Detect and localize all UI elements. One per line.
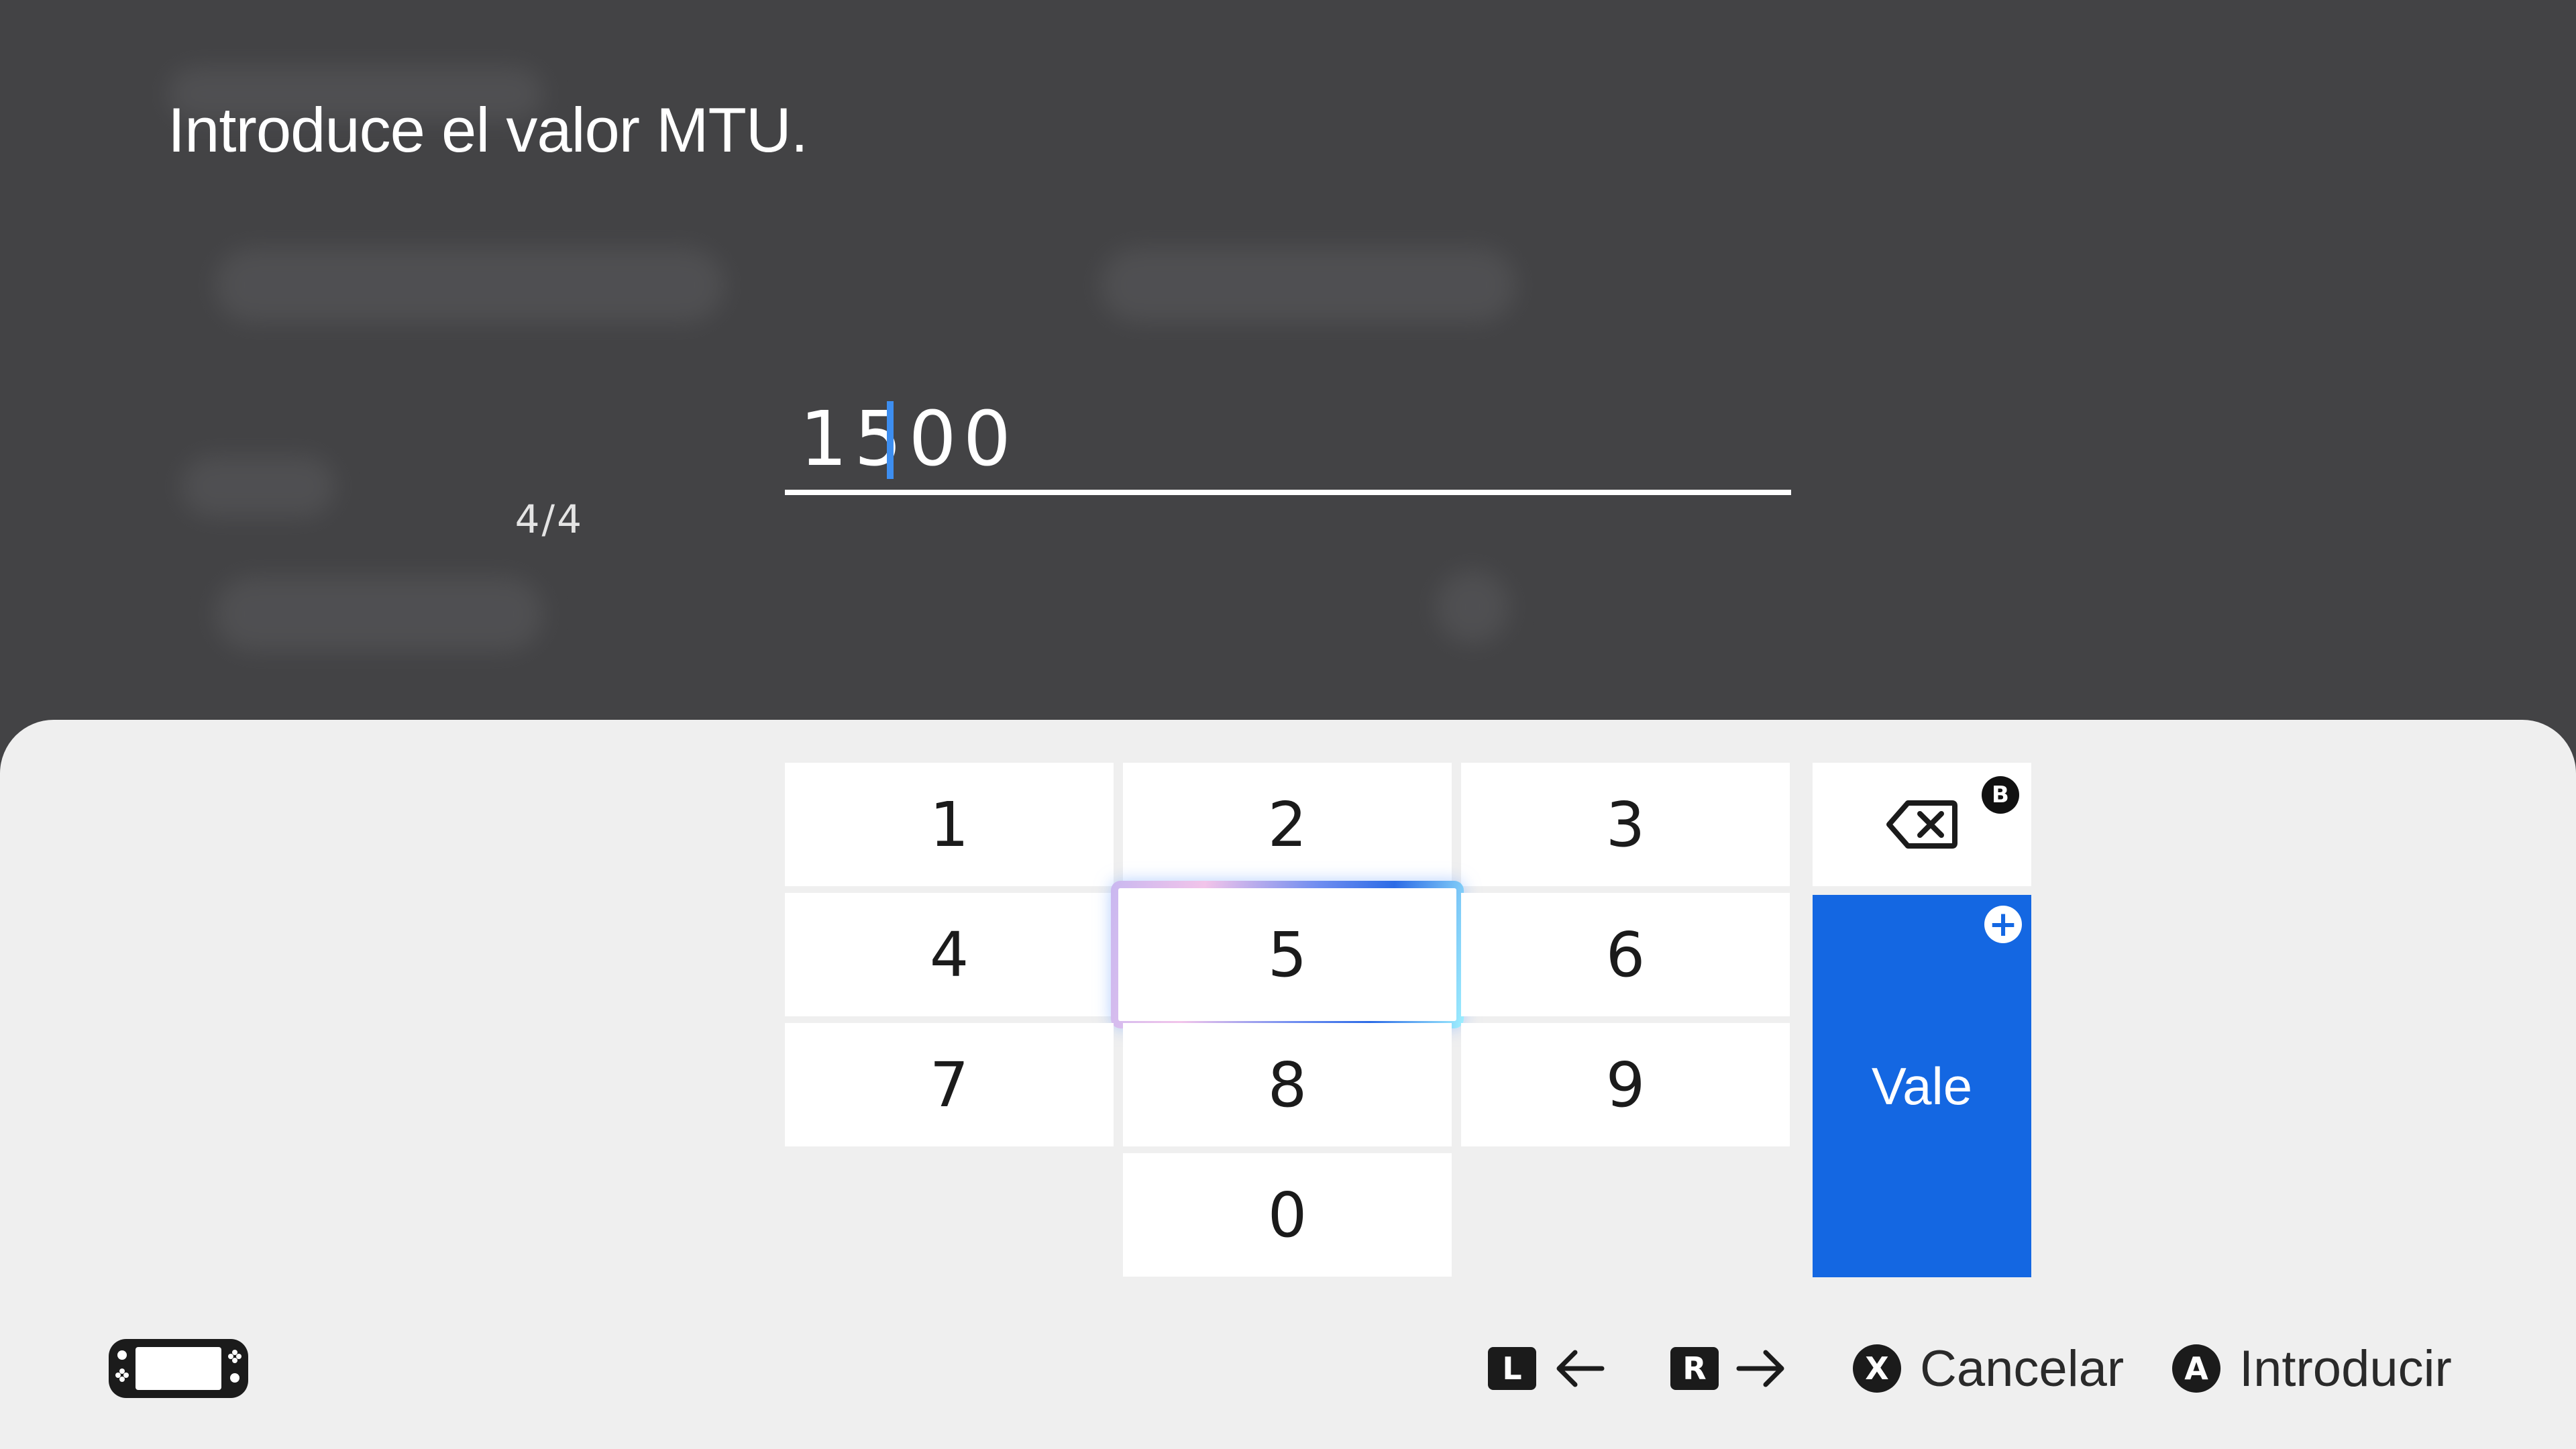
input-prompt: Introduce el valor MTU. (168, 95, 808, 165)
key-4[interactable]: 4 (785, 893, 1114, 1016)
key-3[interactable]: 3 (1461, 763, 1790, 886)
text-caret (887, 401, 894, 479)
blurred-option (215, 248, 724, 322)
ok-button[interactable]: Vale (1813, 895, 2031, 1277)
key-7[interactable]: 7 (785, 1023, 1114, 1146)
arrow-left-icon (1556, 1350, 1605, 1387)
key-1[interactable]: 1 (785, 763, 1114, 886)
input-underline (785, 490, 1791, 495)
blurred-option (1100, 248, 1516, 322)
blurred-icon (1436, 570, 1509, 644)
blurred-option (215, 577, 543, 651)
backspace-icon (1886, 800, 1957, 849)
mtu-input-field[interactable]: 1500 (785, 389, 1791, 496)
cancel-hint[interactable]: X Cancelar (1853, 1328, 2124, 1409)
enter-label: Introducir (2239, 1340, 2452, 1397)
plus-icon: + (1984, 906, 2022, 943)
a-button-icon: A (2172, 1344, 2220, 1393)
b-button-badge: B (1982, 776, 2019, 814)
key-8[interactable]: 8 (1123, 1023, 1452, 1146)
character-counter: 4/4 (515, 496, 584, 542)
key-2[interactable]: 2 (1123, 763, 1452, 886)
blurred-label (181, 456, 335, 517)
cursor-left-hint[interactable]: L (1488, 1328, 1606, 1409)
input-value: 1500 (800, 396, 1018, 483)
key-5-selected[interactable]: 5 (1111, 881, 1464, 1028)
footer-hints: L R X Cancelar A Introducir (0, 1328, 2576, 1409)
r-button-icon: R (1670, 1347, 1719, 1390)
key-9[interactable]: 9 (1461, 1023, 1790, 1146)
x-button-icon: X (1853, 1344, 1901, 1393)
l-button-icon: L (1488, 1347, 1536, 1390)
enter-hint[interactable]: A Introducir (2172, 1328, 2452, 1409)
cursor-right-hint[interactable]: R (1670, 1328, 1788, 1409)
arrow-right-icon (1736, 1350, 1784, 1387)
key-0[interactable]: 0 (1123, 1153, 1452, 1277)
console-handheld-icon (109, 1339, 248, 1398)
key-6[interactable]: 6 (1461, 893, 1790, 1016)
cancel-label: Cancelar (1920, 1340, 2125, 1397)
